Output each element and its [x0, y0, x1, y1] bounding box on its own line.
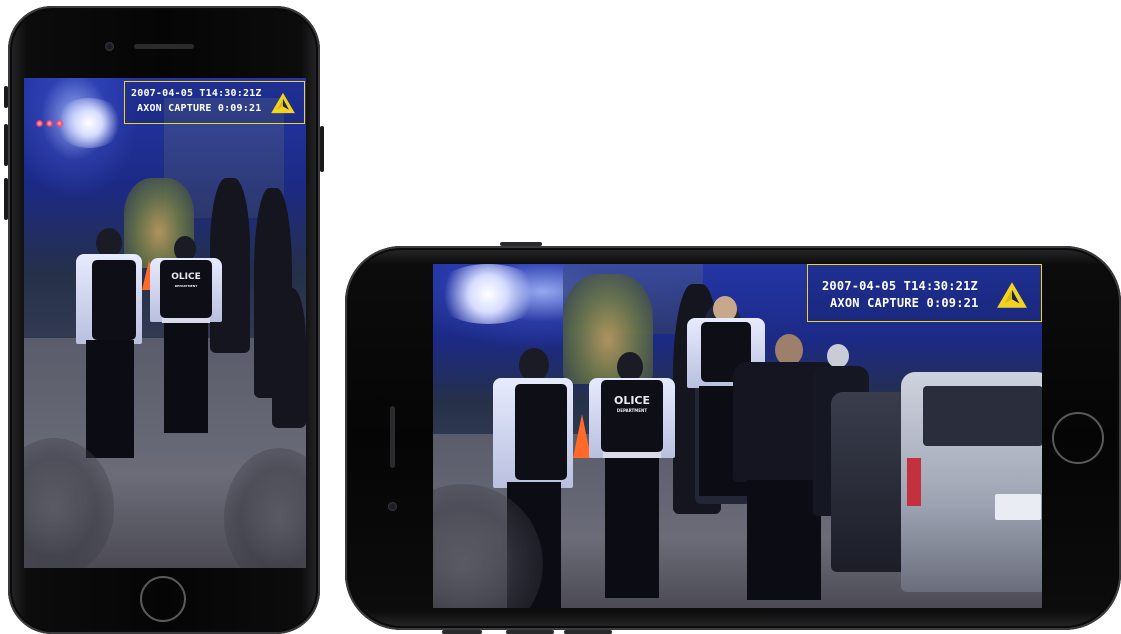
earpiece-speaker: [390, 406, 395, 468]
officer-vest: [515, 384, 567, 480]
mute-switch: [4, 86, 8, 108]
white-suv: [901, 372, 1042, 592]
power-button: [442, 630, 482, 634]
volume-up-button: [4, 124, 8, 166]
phone-landscape: OLICE DEPARTMENT 2007-04-05 T14:30:21Z A…: [345, 246, 1121, 630]
officer-head: [519, 348, 549, 382]
license-plate: [995, 494, 1041, 520]
portrait-screen: OLICE DEPARTMENT 2007-04-05 T14:30:21Z A…: [24, 78, 306, 568]
overlay-timestamp: 2007-04-05 T14:30:21Z: [131, 88, 262, 99]
officer-vest: [92, 260, 136, 340]
axon-overlay: 2007-04-05 T14:30:21Z AXON CAPTURE 0:09:…: [124, 81, 305, 124]
home-button[interactable]: [1052, 412, 1104, 464]
axon-delta-icon: [271, 92, 295, 114]
front-camera: [388, 502, 397, 511]
front-camera: [105, 42, 114, 51]
landscape-screen: OLICE DEPARTMENT 2007-04-05 T14:30:21Z A…: [433, 264, 1042, 608]
flood-light: [54, 98, 124, 148]
bodycam-video-portrait: OLICE DEPARTMENT: [24, 78, 306, 568]
car-window: [923, 386, 1042, 446]
officer-legs: [747, 480, 821, 600]
vest-sublabel: DEPARTMENT: [174, 284, 198, 288]
power-button: [320, 126, 324, 172]
axon-overlay: 2007-04-05 T14:30:21Z AXON CAPTURE 0:09:…: [807, 264, 1042, 322]
volume-down-button: [564, 630, 612, 634]
officer-legs: [164, 323, 208, 433]
vest-label: OLICE: [171, 272, 201, 282]
overlay-timestamp: 2007-04-05 T14:30:21Z: [822, 279, 978, 293]
overlay-capture-time: AXON CAPTURE 0:09:21: [137, 103, 262, 114]
car-taillight: [907, 458, 921, 506]
red-light: [56, 120, 63, 127]
red-light: [46, 120, 53, 127]
officer-center: OLICE DEPARTMENT: [150, 236, 222, 436]
axon-delta-icon: [997, 282, 1027, 308]
vest-sublabel: DEPARTMENT: [616, 408, 648, 413]
overlay-capture-time: AXON CAPTURE 0:09:21: [830, 296, 979, 310]
officer-vest: [160, 260, 212, 318]
vest-label: OLICE: [613, 394, 651, 407]
volume-up-button: [506, 630, 554, 634]
officer-vest: [601, 380, 663, 452]
background-person: [272, 288, 306, 428]
officer-center: OLICE DEPARTMENT: [589, 352, 675, 602]
officer-head: [827, 344, 849, 368]
officer-legs: [605, 458, 659, 598]
earpiece-speaker: [134, 44, 194, 49]
phone-portrait: OLICE DEPARTMENT 2007-04-05 T14:30:21Z A…: [4, 6, 324, 634]
home-button[interactable]: [140, 576, 186, 622]
flood-light: [433, 264, 543, 324]
officer-legs: [86, 340, 134, 458]
red-light: [36, 120, 43, 127]
officer-left: [76, 228, 146, 458]
volume-down-button: [4, 178, 8, 220]
